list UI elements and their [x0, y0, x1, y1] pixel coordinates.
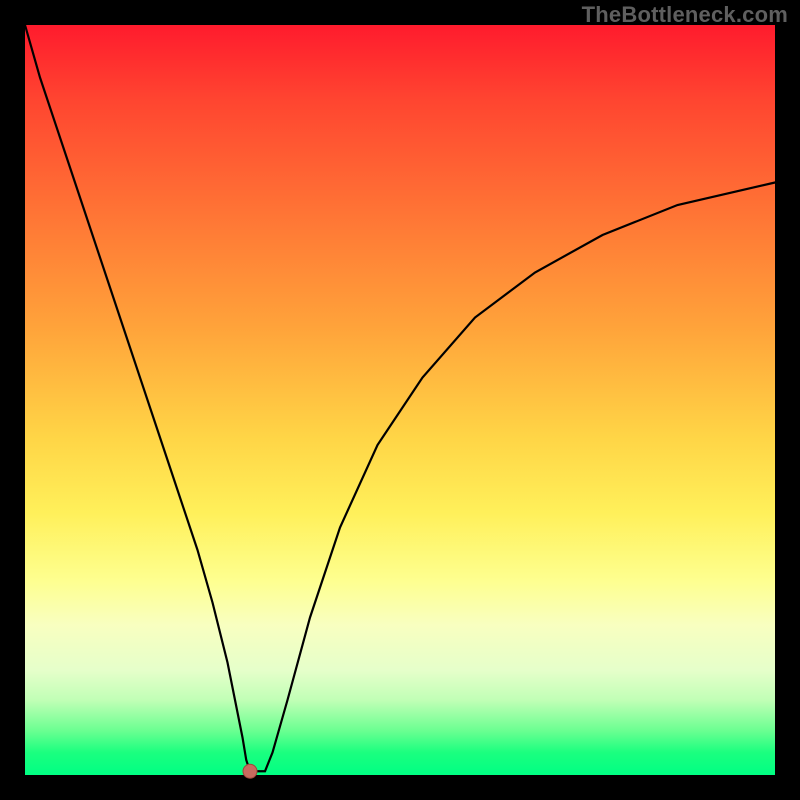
plot-area: [25, 25, 775, 775]
chart-root: TheBottleneck.com: [0, 0, 800, 800]
curve-layer: [25, 25, 775, 775]
minimum-marker: [243, 764, 257, 778]
bottleneck-curve: [25, 25, 775, 771]
